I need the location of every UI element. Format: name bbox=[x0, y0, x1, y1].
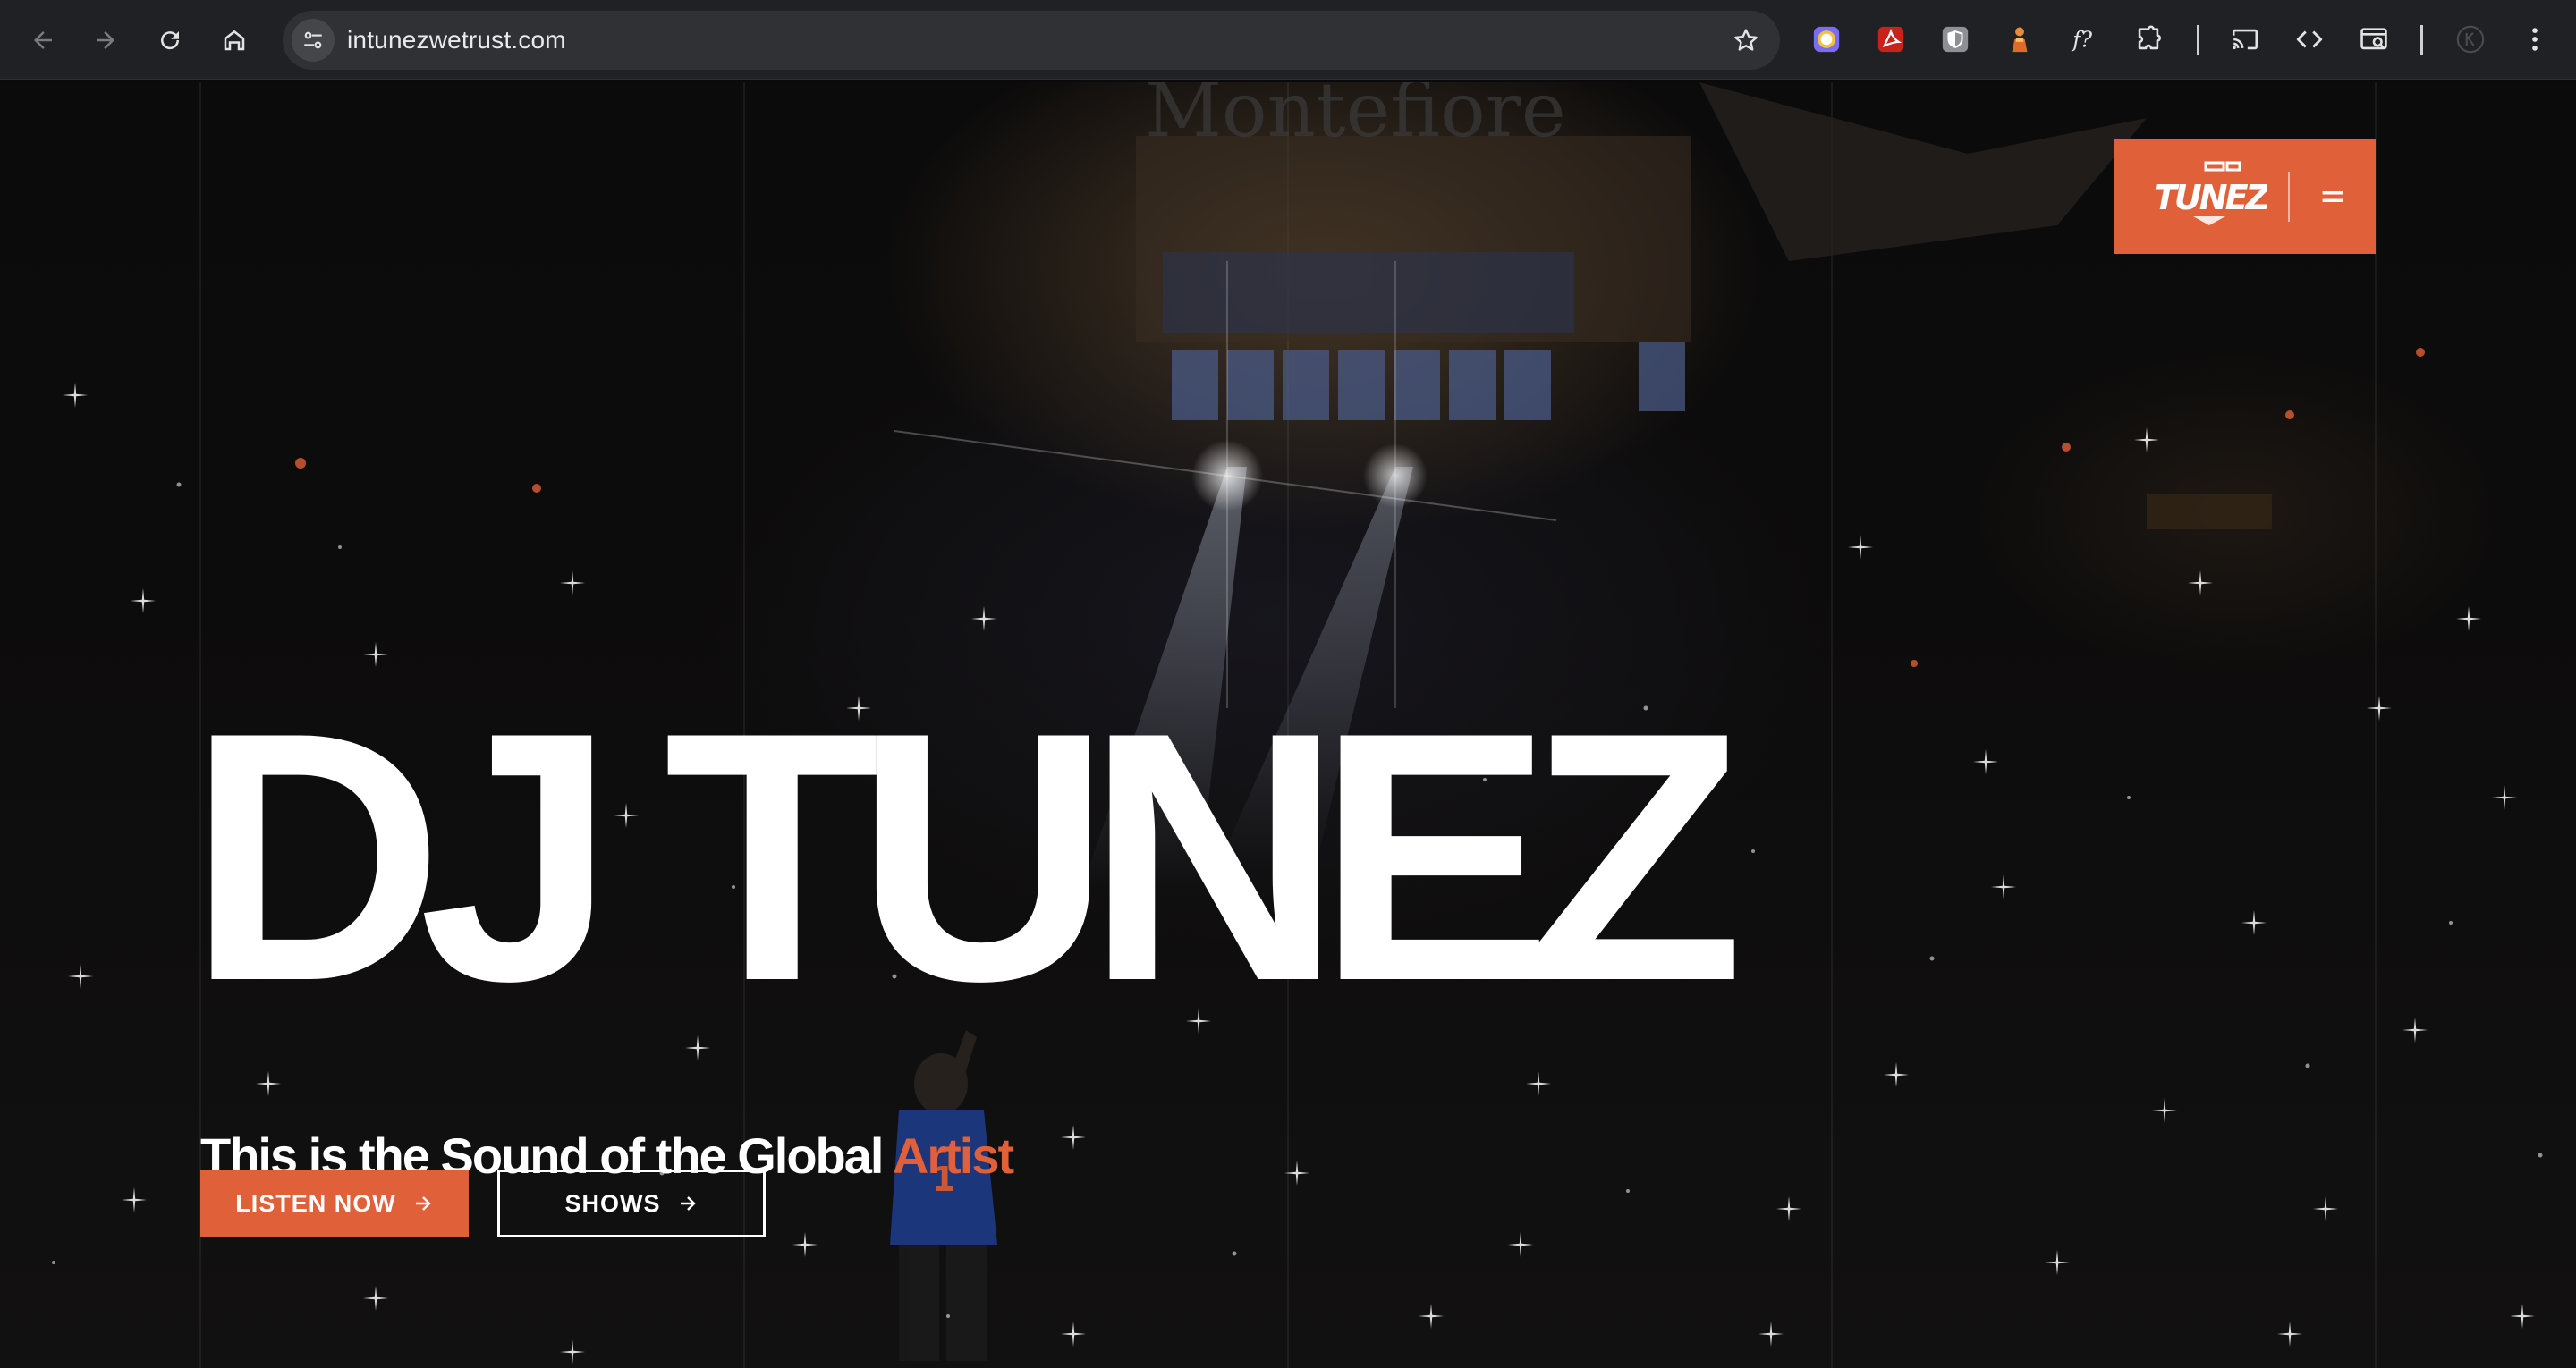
arrow-right-icon bbox=[680, 1196, 696, 1211]
star-icon[interactable] bbox=[1732, 26, 1760, 55]
puzzle-icon bbox=[2138, 25, 2161, 50]
brand-menu-box: TUNEZ bbox=[2114, 139, 2376, 254]
reload-icon bbox=[161, 31, 180, 50]
hero-section: Montefiore 1 TUNEZ DJ TUNEZ This is the … bbox=[0, 82, 2576, 1368]
more-vert-icon bbox=[2532, 28, 2538, 51]
devtools-button[interactable] bbox=[2292, 21, 2327, 57]
svg-text:Montefiore: Montefiore bbox=[1145, 82, 1566, 154]
arrow-right-icon bbox=[415, 1196, 431, 1211]
toolbar-separator bbox=[2197, 25, 2199, 55]
arrow-right-icon bbox=[97, 31, 114, 49]
svg-text:f?: f? bbox=[2071, 28, 2093, 53]
site-info-button[interactable] bbox=[292, 19, 335, 62]
hero-title: DJ TUNEZ bbox=[188, 659, 1744, 1054]
toolbar-separator bbox=[2420, 25, 2423, 55]
font-icon: f? bbox=[2071, 28, 2093, 53]
address-bar[interactable]: intunezwetrust.com bbox=[283, 11, 1780, 70]
browser-menu-button[interactable] bbox=[2517, 21, 2553, 57]
tune-icon bbox=[304, 31, 322, 49]
listen-now-label: LISTEN NOW bbox=[235, 1189, 396, 1217]
tunez-logo[interactable]: TUNEZ bbox=[2150, 159, 2267, 232]
home-icon bbox=[224, 30, 245, 51]
arrow-left-icon bbox=[34, 31, 52, 49]
brand-divider bbox=[2288, 172, 2290, 222]
subtitle-accent-text: Artist bbox=[892, 1127, 1014, 1184]
reload-button[interactable] bbox=[148, 19, 191, 62]
menu-button[interactable] bbox=[2306, 170, 2360, 224]
colorpicker-extension[interactable] bbox=[1809, 21, 1844, 57]
home-button[interactable] bbox=[213, 19, 256, 62]
profile-icon bbox=[2456, 25, 2485, 54]
shield-extension[interactable] bbox=[1937, 21, 1973, 57]
listen-now-button[interactable]: LISTEN NOW bbox=[200, 1170, 469, 1237]
logo-text: TUNEZ bbox=[2154, 178, 2267, 217]
forward-button[interactable] bbox=[84, 19, 127, 62]
figure-extension[interactable] bbox=[2002, 21, 2038, 57]
shows-label: SHOWS bbox=[564, 1189, 661, 1217]
profile-button[interactable] bbox=[2453, 21, 2488, 57]
shield-icon bbox=[1942, 26, 1969, 53]
inspect-button[interactable] bbox=[2356, 21, 2392, 57]
hamburger-icon bbox=[2322, 191, 2343, 202]
cast-button[interactable] bbox=[2227, 21, 2263, 57]
url-text[interactable]: intunezwetrust.com bbox=[347, 26, 566, 55]
inspect-icon bbox=[2360, 28, 2387, 50]
browser-toolbar: intunezwetrust.com f? bbox=[0, 0, 2576, 80]
colorpicker-icon bbox=[1813, 26, 1840, 53]
code-icon bbox=[2296, 30, 2323, 48]
back-button[interactable] bbox=[21, 19, 64, 62]
cast-icon bbox=[2232, 29, 2258, 50]
extensions-button[interactable] bbox=[2131, 21, 2166, 57]
font-extension[interactable]: f? bbox=[2066, 21, 2102, 57]
shows-button[interactable]: SHOWS bbox=[497, 1170, 766, 1237]
figure-icon bbox=[2012, 27, 2028, 53]
pdf-icon bbox=[1877, 26, 1904, 53]
pdf-extension[interactable] bbox=[1873, 21, 1909, 57]
